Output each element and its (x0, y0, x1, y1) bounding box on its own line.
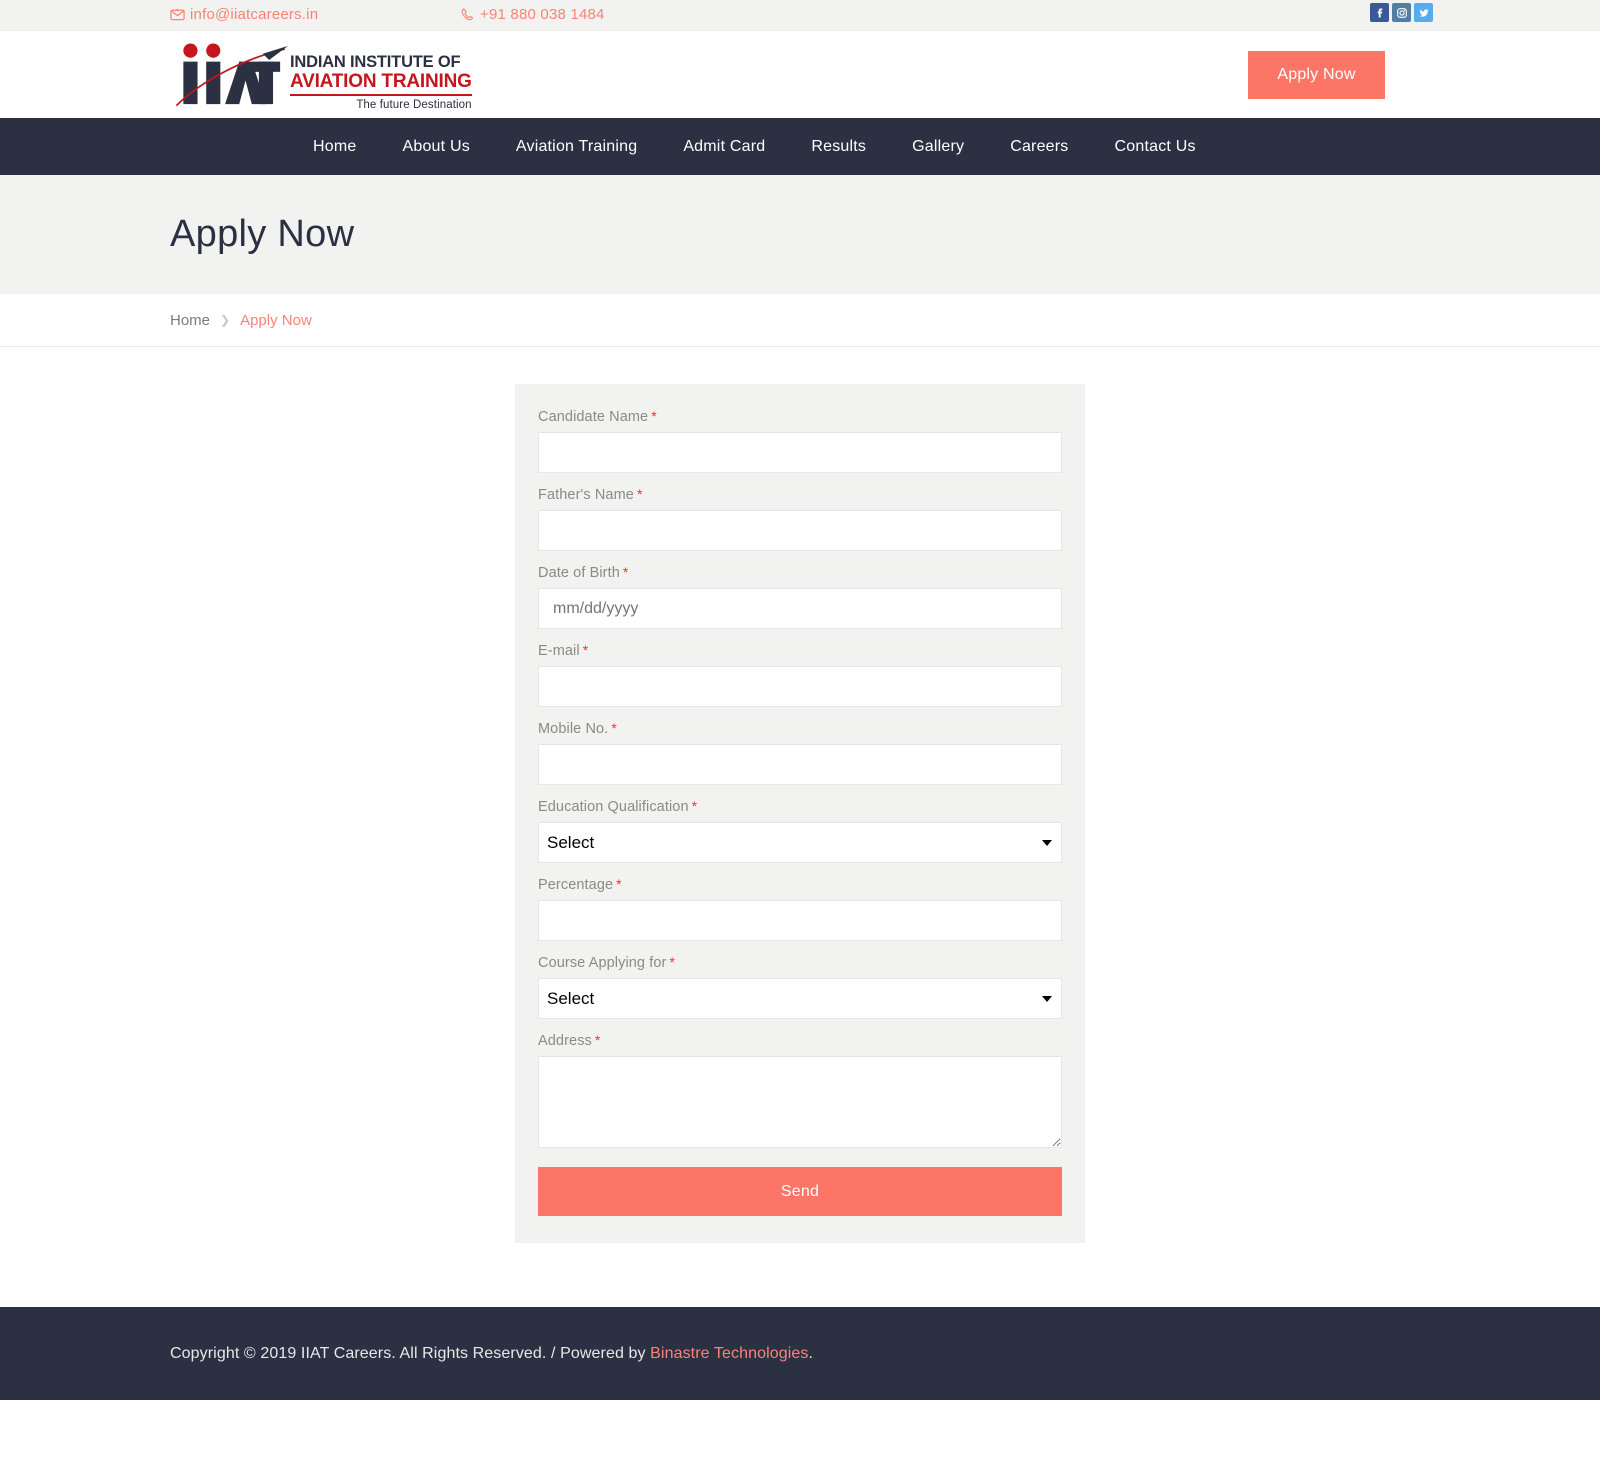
nav-item-results[interactable]: Results (788, 118, 889, 175)
field-address: Address * (538, 1032, 1062, 1148)
footer-period: . (808, 1344, 814, 1362)
required-marker: * (582, 642, 589, 658)
nav-item-home[interactable]: Home (290, 118, 379, 175)
field-email: E-mail * (538, 642, 1062, 707)
email-label: E-mail * (538, 642, 589, 659)
required-marker: * (594, 1032, 601, 1048)
apply-now-header-button[interactable]: Apply Now (1248, 51, 1385, 99)
nav-item-aviation-training[interactable]: Aviation Training (493, 118, 660, 175)
field-percentage: Percentage * (538, 876, 1062, 941)
nav-item-careers[interactable]: Careers (987, 118, 1091, 175)
breadcrumb: Home ❯ Apply Now (160, 312, 1440, 329)
field-mobile-no: Mobile No. * (538, 720, 1062, 785)
breadcrumb-current: Apply Now (240, 311, 312, 329)
fathers-name-input[interactable] (538, 510, 1062, 551)
required-marker: * (636, 486, 643, 502)
required-marker: * (669, 954, 676, 970)
required-marker: * (622, 564, 629, 580)
logo-line-1: INDIAN INSTITUTE OF (290, 53, 461, 71)
instagram-icon[interactable] (1392, 3, 1411, 22)
mobile-no-input[interactable] (538, 744, 1062, 785)
page-content: Candidate Name * Father's Name * Date of B… (0, 347, 1600, 1307)
course-applying-for-select[interactable]: Select (538, 978, 1062, 1019)
address-textarea[interactable] (538, 1056, 1062, 1148)
field-date-of-birth: Date of Birth * (538, 564, 1062, 629)
candidate-name-input[interactable] (538, 432, 1062, 473)
top-contact-bar: info@iiatcareers.in +91 880 038 1484 (0, 0, 1600, 31)
page-title: Apply Now (170, 213, 355, 255)
nav-item-contact-us[interactable]: Contact Us (1092, 118, 1219, 175)
email-address-text: info@iiatcareers.in (190, 6, 319, 23)
logo-monogram-icon (170, 41, 288, 109)
required-marker: * (651, 408, 657, 424)
page-title-band: Apply Now (0, 175, 1600, 294)
candidate-name-label: Candidate Name * (538, 408, 657, 425)
required-marker: * (691, 798, 698, 814)
logo-wordmark: INDIAN INSTITUTE OF AVIATION TRAINING Th… (290, 41, 472, 111)
percentage-input[interactable] (538, 900, 1062, 941)
email-input[interactable] (538, 666, 1062, 707)
phone-icon (460, 7, 475, 22)
required-marker: * (616, 876, 622, 892)
address-label: Address * (538, 1032, 601, 1049)
fathers-name-label: Father's Name * (538, 486, 643, 503)
site-header: INDIAN INSTITUTE OF AVIATION TRAINING Th… (0, 31, 1600, 118)
site-logo[interactable]: INDIAN INSTITUTE OF AVIATION TRAINING Th… (170, 41, 472, 111)
mobile-no-label: Mobile No. * (538, 720, 617, 737)
site-footer: Copyright © 2019 IIAT Careers. All Right… (0, 1307, 1600, 1400)
course-applying-for-label: Course Applying for * (538, 954, 676, 971)
main-navigation: Home About Us Aviation Training Admit Ca… (0, 118, 1600, 175)
education-qualification-label: Education Qualification * (538, 798, 698, 815)
logo-tagline: The future Destination (356, 98, 472, 111)
facebook-icon[interactable] (1370, 3, 1389, 22)
social-links (1370, 3, 1433, 22)
send-button[interactable]: Send (538, 1167, 1062, 1216)
twitter-icon[interactable] (1414, 3, 1433, 22)
footer-copyright-text: Copyright © 2019 IIAT Careers. All Right… (170, 1344, 651, 1362)
field-education-qualification: Education Qualification * Select (538, 798, 1062, 863)
field-candidate-name: Candidate Name * (538, 408, 1062, 473)
required-marker: * (611, 720, 617, 736)
breadcrumb-home-link[interactable]: Home (170, 312, 210, 329)
education-qualification-select[interactable]: Select (538, 822, 1062, 863)
date-of-birth-input[interactable] (538, 588, 1062, 629)
nav-item-gallery[interactable]: Gallery (889, 118, 987, 175)
date-of-birth-label: Date of Birth * (538, 564, 629, 581)
footer-copyright: Copyright © 2019 IIAT Careers. All Right… (170, 1345, 813, 1362)
envelope-icon (170, 7, 185, 22)
nav-item-admit-card[interactable]: Admit Card (660, 118, 788, 175)
nav-item-about-us[interactable]: About Us (379, 118, 492, 175)
phone-contact-link[interactable]: +91 880 038 1484 (460, 6, 605, 23)
breadcrumb-separator-icon: ❯ (220, 313, 231, 327)
footer-company-link[interactable]: Binastre Technologies (650, 1345, 808, 1362)
phone-number-text: +91 880 038 1484 (480, 6, 605, 23)
field-course-applying-for: Course Applying for * Select (538, 954, 1062, 1019)
field-fathers-name: Father's Name * (538, 486, 1062, 551)
email-contact-link[interactable]: info@iiatcareers.in (170, 6, 318, 23)
percentage-label: Percentage * (538, 876, 622, 893)
apply-now-form: Candidate Name * Father's Name * Date of B… (515, 384, 1085, 1243)
breadcrumb-band: Home ❯ Apply Now (0, 294, 1600, 347)
logo-line-2: AVIATION TRAINING (290, 71, 472, 96)
